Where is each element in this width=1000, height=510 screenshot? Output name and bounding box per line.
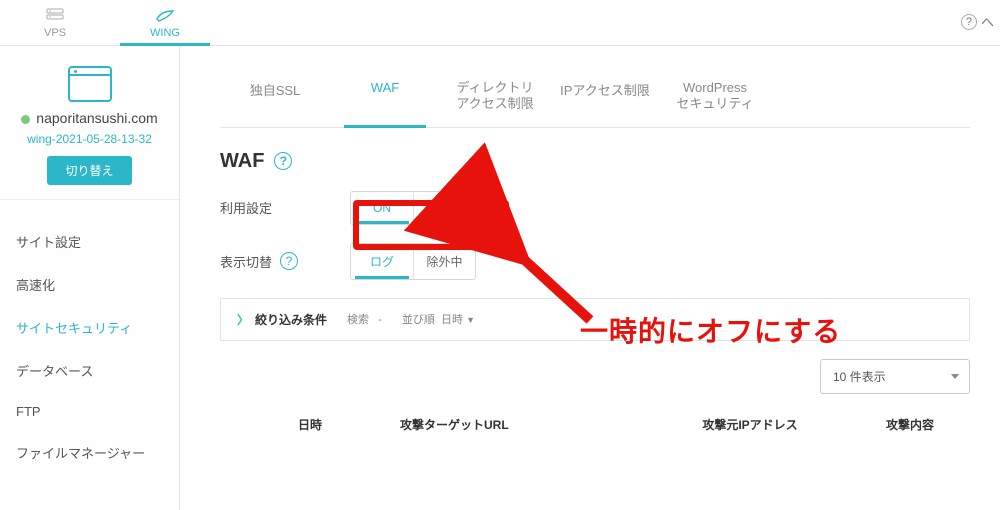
- col-date: 日時: [220, 416, 400, 433]
- col-ip: 攻撃元IPアドレス: [650, 416, 850, 433]
- section-title: WAF: [220, 150, 264, 173]
- filter-title: 絞り込み条件: [255, 311, 327, 328]
- help-link[interactable]: ? ヘ: [961, 12, 994, 31]
- filter-search-label: 検索: [347, 314, 369, 326]
- top-tab-wing-label: WING: [150, 27, 180, 39]
- sidebar: naporitansushi.com wing-2021-05-28-13-32…: [0, 46, 180, 510]
- triangle-down-icon: ▼: [466, 315, 475, 325]
- top-tab-vps-label: VPS: [44, 27, 66, 39]
- usage-segmented-control: ONOFF: [350, 191, 476, 225]
- usage-label: 利用設定: [220, 198, 272, 217]
- switch-button[interactable]: 切り替え: [47, 156, 131, 185]
- sidebar-item-5[interactable]: ファイルマネージャー: [0, 431, 179, 474]
- help-label: ヘ: [981, 12, 994, 31]
- subtab-0[interactable]: 独自SSL: [220, 70, 330, 127]
- view-option-ログ[interactable]: ログ: [351, 244, 413, 279]
- sidebar-item-3[interactable]: データベース: [0, 349, 179, 392]
- col-url: 攻撃ターゲットURL: [400, 416, 650, 433]
- filter-sort-value: 日時: [441, 314, 463, 326]
- filter-panel[interactable]: 〉 絞り込み条件 検索 - 並び順 日時 ▼: [220, 298, 970, 341]
- sidebar-item-0[interactable]: サイト設定: [0, 220, 179, 263]
- subtab-3[interactable]: IPアクセス制限: [550, 70, 660, 127]
- col-content: 攻撃内容: [850, 416, 970, 433]
- table-header: 日時 攻撃ターゲットURL 攻撃元IPアドレス 攻撃内容: [220, 408, 970, 441]
- wing-icon: [110, 7, 220, 25]
- per-page-select[interactable]: 10 件表示: [820, 359, 970, 394]
- usage-option-on[interactable]: ON: [351, 192, 413, 224]
- top-tab-wing[interactable]: WING: [110, 7, 220, 45]
- domain-name: naporitansushi.com: [10, 110, 169, 126]
- subtab-2[interactable]: ディレクトリアクセス制限: [440, 70, 550, 127]
- sidebar-item-1[interactable]: 高速化: [0, 263, 179, 306]
- subtab-1[interactable]: WAF: [330, 70, 440, 127]
- view-label: 表示切替: [220, 252, 272, 271]
- view-segmented-control: ログ除外中: [350, 243, 476, 280]
- site-id-link[interactable]: wing-2021-05-28-13-32: [10, 132, 169, 146]
- filter-sort-label: 並び順: [402, 314, 435, 326]
- server-icon: [0, 7, 110, 25]
- main-content: 独自SSLWAFディレクトリアクセス制限IPアクセス制限WordPressセキュ…: [180, 46, 1000, 510]
- view-option-除外中[interactable]: 除外中: [413, 244, 475, 279]
- usage-option-off[interactable]: OFF: [413, 192, 475, 224]
- help-icon[interactable]: ?: [274, 152, 292, 170]
- domain-card: naporitansushi.com wing-2021-05-28-13-32…: [0, 46, 179, 200]
- subtab-4[interactable]: WordPressセキュリティ: [660, 70, 770, 127]
- help-icon[interactable]: ?: [280, 252, 298, 270]
- per-page-value: 10 件表示: [833, 370, 886, 384]
- sidebar-item-4[interactable]: FTP: [0, 392, 179, 431]
- filter-search-value: -: [378, 314, 382, 326]
- sidebar-item-2[interactable]: サイトセキュリティ: [0, 306, 179, 349]
- site-icon: [68, 66, 112, 102]
- chevron-right-icon: 〉: [237, 311, 249, 328]
- top-tab-vps[interactable]: VPS: [0, 7, 110, 45]
- help-icon: ?: [961, 14, 977, 30]
